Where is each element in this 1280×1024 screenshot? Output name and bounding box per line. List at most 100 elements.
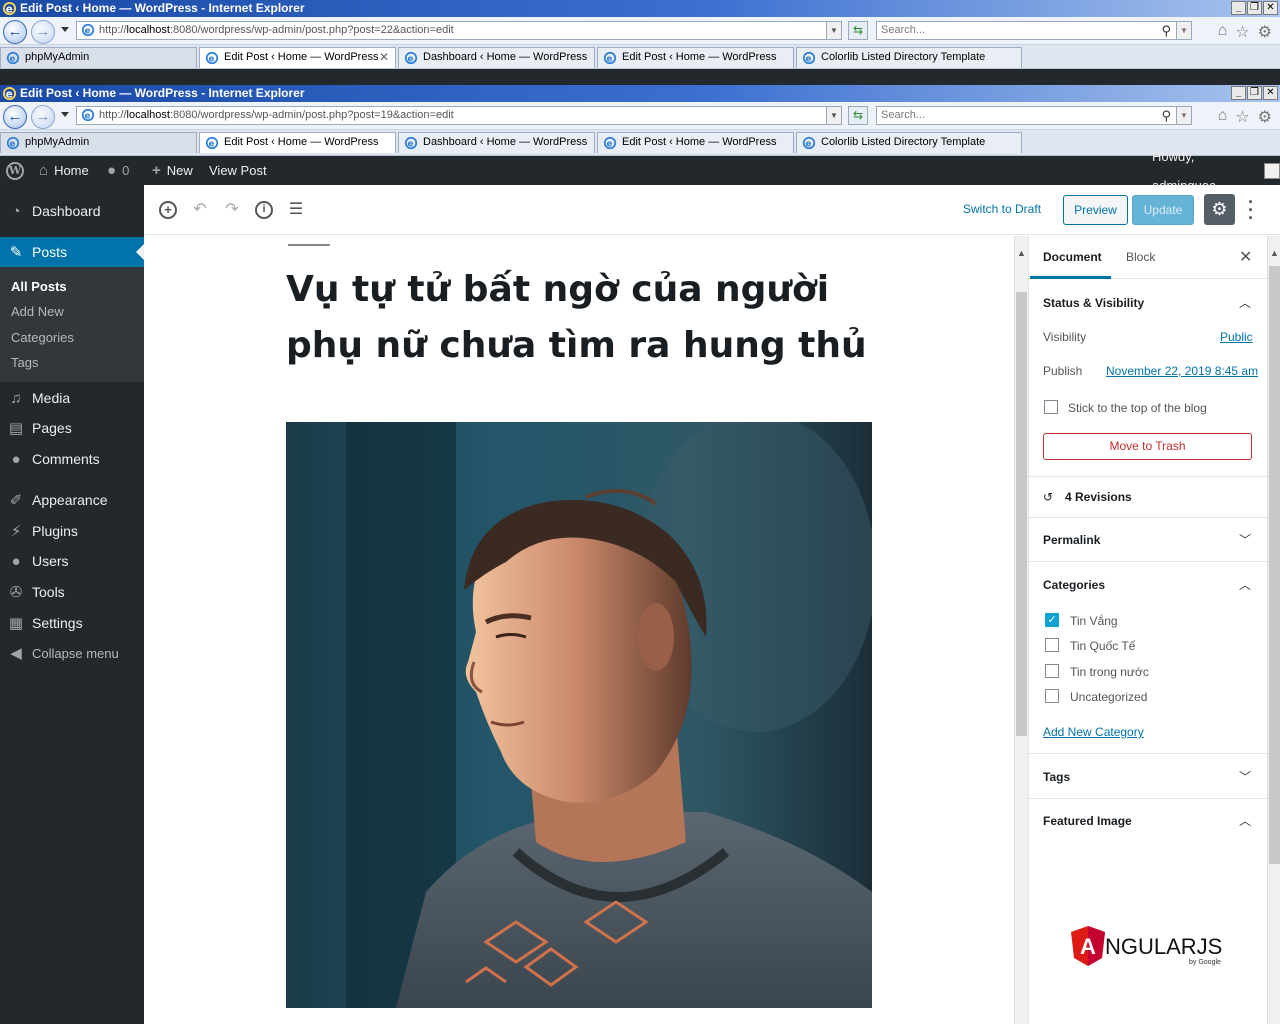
revisions-link[interactable]: ↺ 4 Revisions [1029, 490, 1267, 510]
scroll-up-icon[interactable]: ▲ [1015, 248, 1028, 258]
submenu-add-new[interactable]: Add New [11, 304, 64, 319]
submenu-tags[interactable]: Tags [11, 355, 38, 370]
gear-icon[interactable]: ⚙ [1258, 107, 1272, 127]
publish-date-toggle[interactable]: November 22, 2019 8:45 am [1106, 364, 1258, 378]
more-options-icon[interactable]: · · · [1248, 193, 1254, 227]
angularjs-logo[interactable]: A NGULARJS by Google [1071, 926, 1231, 970]
tab-block[interactable]: Block [1126, 250, 1155, 264]
scrollbar-thumb[interactable] [1269, 266, 1280, 864]
menu-posts[interactable]: ✎ Posts [0, 237, 144, 267]
favorites-icon[interactable]: ☆ [1235, 107, 1249, 127]
search-input[interactable]: Search... ⚲ ▼ [876, 106, 1192, 125]
panel-featured-image[interactable]: Featured Image ︿ [1029, 814, 1267, 834]
wp-logo-menu[interactable]: W [6, 156, 24, 185]
tab-colorlib[interactable]: e Colorlib Listed Directory Template [796, 47, 1022, 68]
move-to-trash-button[interactable]: Move to Trash [1043, 433, 1252, 460]
panel-permalink[interactable]: Permalink ﹀ [1029, 533, 1267, 553]
category-checkbox-tin-trong-nuoc[interactable] [1045, 664, 1059, 678]
settings-gear-icon[interactable]: ⚙ [1204, 194, 1235, 225]
restore-button[interactable]: ❐ [1247, 1, 1262, 15]
favorites-icon[interactable]: ☆ [1235, 22, 1249, 42]
home-icon[interactable]: ⌂ [1218, 22, 1228, 42]
panel-status-visibility[interactable]: Status & Visibility ︿ [1029, 296, 1267, 316]
back-arrow-icon[interactable]: ← [3, 20, 27, 44]
history-dropdown-icon[interactable] [61, 27, 69, 32]
add-new-category-link[interactable]: Add New Category [1043, 725, 1144, 739]
category-checkbox-tin-quoc-te[interactable] [1045, 638, 1059, 652]
new-content-menu[interactable]: + New [152, 156, 193, 185]
view-post-link[interactable]: View Post [209, 156, 267, 185]
tab-colorlib[interactable]: e Colorlib Listed Directory Template [796, 132, 1022, 153]
info-icon[interactable]: i [255, 201, 273, 219]
panel-categories[interactable]: Categories ︿ [1029, 578, 1267, 598]
search-icon[interactable]: ⚲ [1161, 22, 1171, 39]
site-home-link[interactable]: ⌂ Home [39, 156, 89, 185]
update-button[interactable]: Update [1132, 195, 1194, 225]
search-dropdown-icon[interactable]: ▼ [1176, 106, 1192, 125]
comments-link[interactable]: ● 0 [107, 156, 129, 185]
minimize-button[interactable]: _ [1231, 86, 1246, 100]
menu-settings[interactable]: ▦ Settings [0, 608, 144, 638]
block-navigation-icon[interactable]: ☰ [287, 201, 305, 219]
my-account-menu[interactable]: Howdy, adminquoc [1152, 149, 1280, 193]
tab-edit-post-2[interactable]: e Edit Post ‹ Home — WordPress [597, 47, 794, 68]
address-bar[interactable]: e http://localhost:8080/wordpress/wp-adm… [76, 106, 842, 125]
tab-edit-post[interactable]: e Edit Post ‹ Home — WordPress [199, 132, 396, 153]
add-block-icon[interactable]: + [159, 201, 177, 219]
switch-to-draft-button[interactable]: Switch to Draft [963, 202, 1041, 216]
tab-dashboard[interactable]: e Dashboard ‹ Home — WordPress [398, 132, 595, 153]
forward-arrow-icon[interactable]: → [31, 105, 55, 129]
scroll-up-icon[interactable]: ▲ [1268, 248, 1280, 258]
submenu-categories[interactable]: Categories [11, 330, 74, 345]
menu-pages[interactable]: ▤ Pages [0, 413, 144, 443]
search-input[interactable]: Search... ⚲ ▼ [876, 21, 1192, 40]
restore-button[interactable]: ❐ [1247, 86, 1262, 100]
tab-dashboard[interactable]: e Dashboard ‹ Home — WordPress [398, 47, 595, 68]
redo-icon[interactable]: ↷ [223, 201, 241, 219]
preview-button[interactable]: Preview [1063, 195, 1128, 225]
tab-document[interactable]: Document [1043, 250, 1102, 264]
menu-appearance[interactable]: ✐ Appearance [0, 485, 144, 515]
tab-phpmyadmin[interactable]: e phpMyAdmin [0, 132, 197, 153]
refresh-icon[interactable]: ⇆ [848, 21, 868, 40]
undo-icon[interactable]: ↶ [191, 201, 209, 219]
close-button[interactable]: ✕ [1263, 1, 1278, 15]
submenu-all-posts[interactable]: All Posts [11, 279, 67, 294]
category-label: Tin Vắng [1070, 614, 1118, 628]
close-button[interactable]: ✕ [1263, 86, 1278, 100]
menu-users[interactable]: ● Users [0, 546, 144, 576]
post-image-block[interactable] [286, 422, 872, 1008]
collapse-menu-button[interactable]: ◀ Collapse menu [0, 638, 144, 668]
home-icon[interactable]: ⌂ [1218, 107, 1228, 127]
post-title-input[interactable]: Vụ tự tử bất ngờ của người phụ nữ chưa t… [286, 262, 876, 374]
gear-icon[interactable]: ⚙ [1258, 22, 1272, 42]
category-checkbox-tin-vang[interactable]: ✓ [1045, 613, 1059, 627]
address-bar[interactable]: e http://localhost:8080/wordpress/wp-adm… [76, 21, 842, 40]
menu-media[interactable]: ♫ Media [0, 383, 144, 413]
history-dropdown-icon[interactable] [61, 112, 69, 117]
tab-phpmyadmin[interactable]: e phpMyAdmin [0, 47, 197, 68]
menu-tools[interactable]: ✇ Tools [0, 577, 144, 607]
tab-edit-post[interactable]: e Edit Post ‹ Home — WordPress ✕ [199, 47, 396, 68]
menu-dashboard[interactable]: ◔ Dashboard [0, 196, 144, 226]
search-icon[interactable]: ⚲ [1161, 107, 1171, 124]
scrollbar-thumb[interactable] [1016, 292, 1027, 736]
menu-comments[interactable]: ● Comments [0, 444, 144, 474]
address-dropdown-icon[interactable]: ▼ [826, 106, 842, 125]
minimize-button[interactable]: _ [1231, 1, 1246, 15]
close-icon[interactable]: ✕ [1239, 247, 1252, 267]
category-checkbox-uncategorized[interactable] [1045, 689, 1059, 703]
back-arrow-icon[interactable]: ← [3, 105, 27, 129]
close-tab-icon[interactable]: ✕ [379, 48, 389, 67]
panel-tags[interactable]: Tags ﹀ [1029, 770, 1267, 790]
content-scrollbar[interactable]: ▲ [1014, 236, 1028, 1024]
search-dropdown-icon[interactable]: ▼ [1176, 21, 1192, 40]
refresh-icon[interactable]: ⇆ [848, 106, 868, 125]
address-dropdown-icon[interactable]: ▼ [826, 21, 842, 40]
menu-plugins[interactable]: ⚡ Plugins [0, 516, 144, 546]
sticky-checkbox[interactable] [1044, 400, 1058, 414]
sidebar-scrollbar[interactable]: ▲ [1267, 236, 1280, 1024]
forward-arrow-icon[interactable]: → [31, 20, 55, 44]
visibility-toggle[interactable]: Public [1220, 330, 1253, 344]
tab-edit-post-2[interactable]: e Edit Post ‹ Home — WordPress [597, 132, 794, 153]
